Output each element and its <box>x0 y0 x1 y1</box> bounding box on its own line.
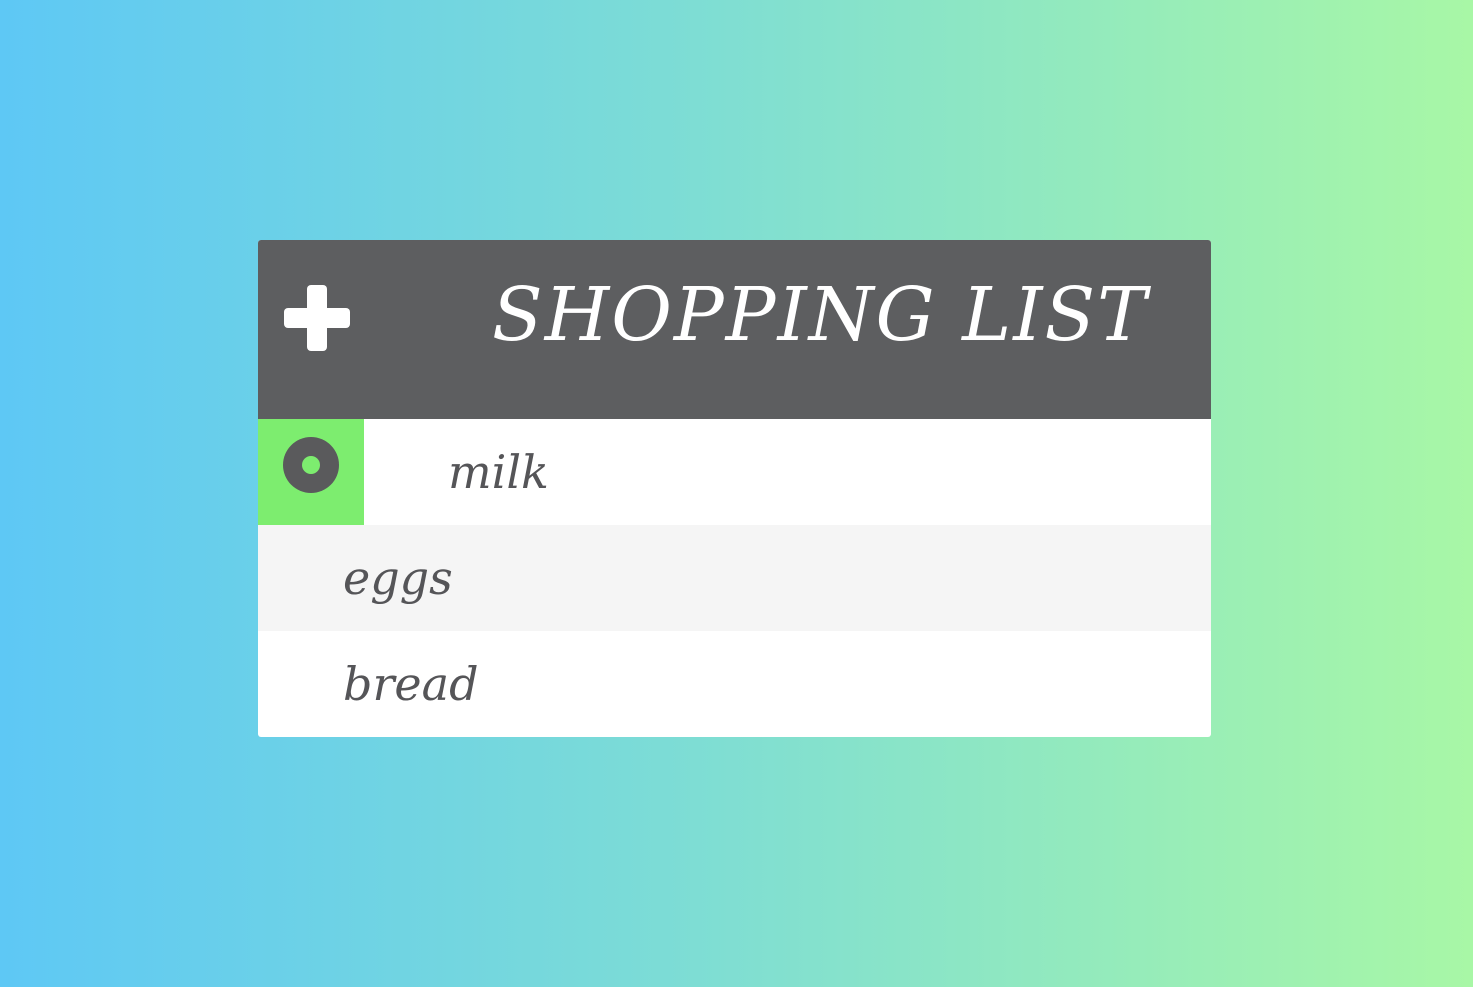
list-item-label: bread <box>343 657 479 711</box>
shopping-list-card: SHOPPING LIST milk eggs bread <box>258 240 1211 737</box>
list-item[interactable]: eggs <box>258 525 1211 631</box>
item-select-toggle[interactable] <box>258 419 364 525</box>
list-header: SHOPPING LIST <box>258 240 1211 419</box>
radio-selected-icon <box>283 437 339 493</box>
list-item-label: eggs <box>343 551 453 605</box>
list-item[interactable]: bread <box>258 631 1211 737</box>
add-item-button[interactable] <box>282 283 352 353</box>
page-title: SHOPPING LIST <box>492 272 1149 358</box>
list-item-label: milk <box>448 445 549 499</box>
list-item[interactable]: milk <box>258 419 1211 525</box>
